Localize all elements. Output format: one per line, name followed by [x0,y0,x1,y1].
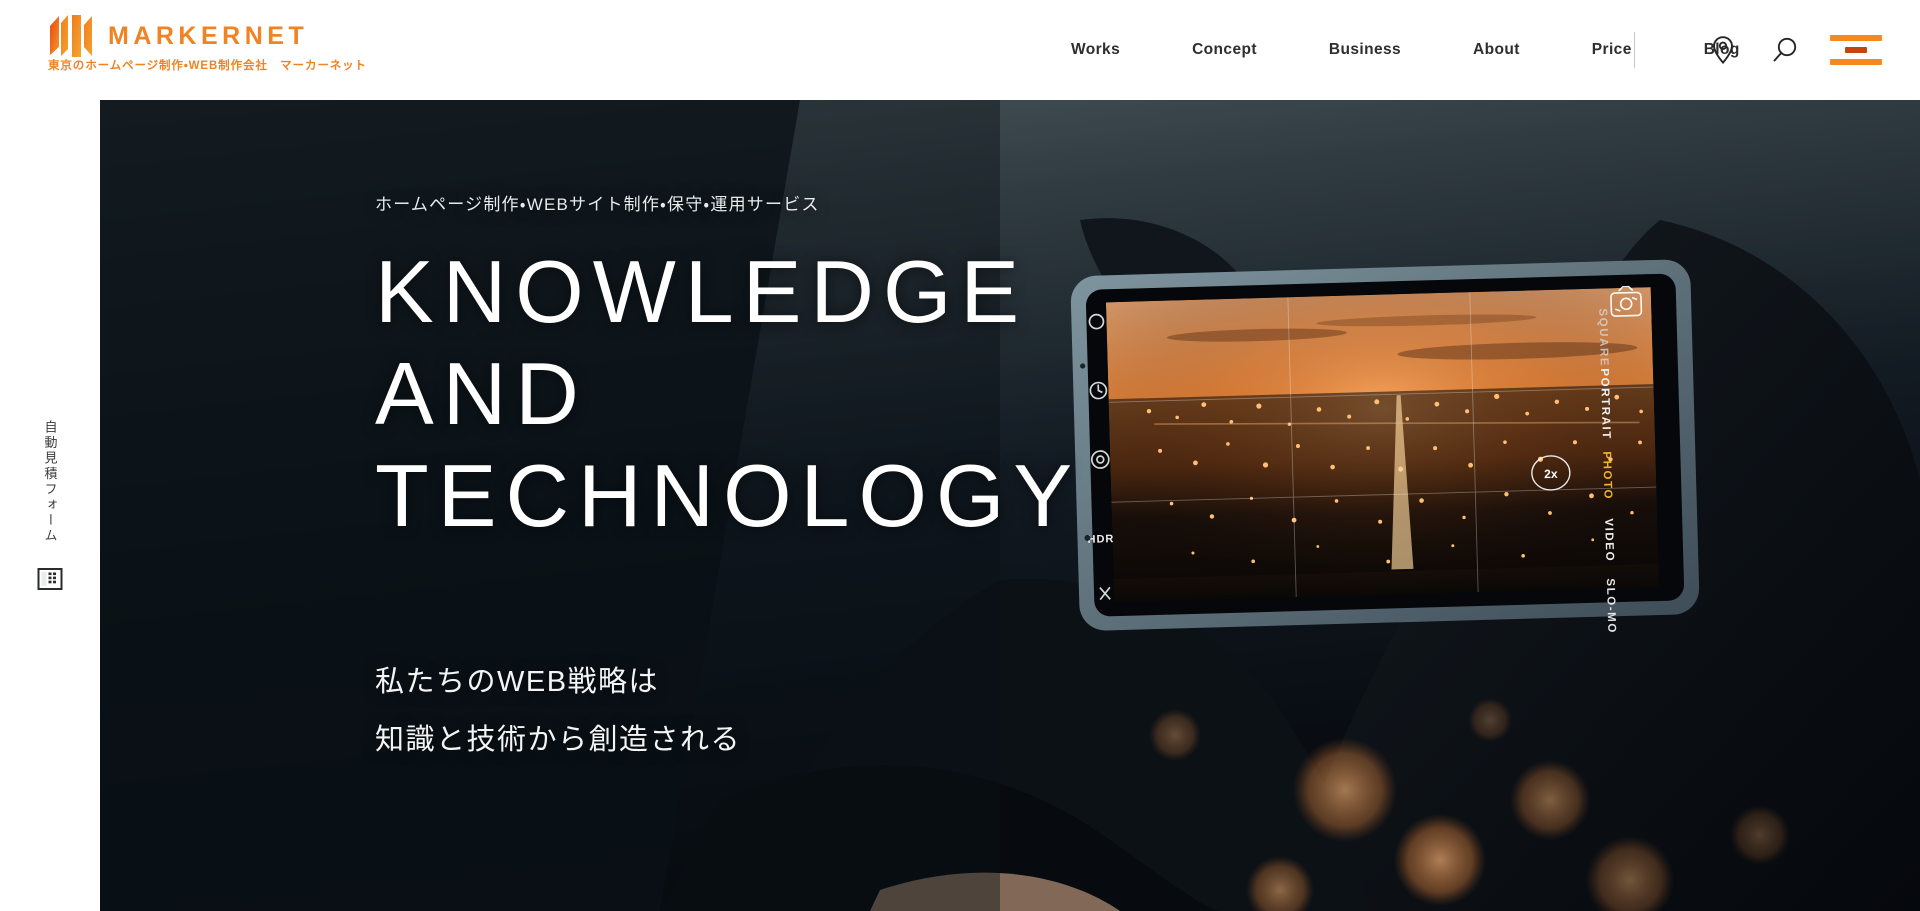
svg-text:HDR: HDR [1087,533,1114,546]
svg-text:PORTRAIT: PORTRAIT [1598,368,1612,440]
hamburger-bar-middle [1845,47,1867,53]
hero-section: HDR SQUARE PORTRAIT PHOTO VIDEO SLO-MO 2… [100,100,1920,911]
hero-title-line-1: KNOWLEDGE [375,242,1029,341]
brand-wordmark: MARKERNET [108,21,309,50]
nav-item-concept[interactable]: Concept [1156,42,1293,58]
hero-title-line-2: AND [375,344,588,444]
hamburger-bar-bottom [1830,59,1882,65]
left-rail: 自動見積フォーム [0,100,100,911]
hero-title-line-3: TECHNOLOGY [375,446,1082,546]
hero-subcopy: 私たちのWEB戦略は 知識と技術から創造される [375,653,1081,769]
hero-title: KNOWLEDGE AND TECHNOLOGY [375,241,1081,547]
search-icon [1773,37,1797,62]
nav-item-price[interactable]: Price [1556,42,1668,58]
hero-sub-line-1: 私たちのWEB戦略は [375,666,660,699]
search-button[interactable] [1754,19,1816,81]
map-pin-button[interactable] [1692,19,1754,81]
svg-text:SLO-MO: SLO-MO [1604,578,1618,634]
brand-tagline: 東京のホームページ制作・WEB制作会社 マーカーネット [48,60,367,72]
header-divider [1634,32,1635,68]
map-pin-icon [1713,36,1733,65]
hamburger-menu-button[interactable] [1830,35,1882,65]
svg-text:VIDEO: VIDEO [1602,518,1615,562]
nav-item-about[interactable]: About [1437,42,1556,58]
header-icon-group [1692,0,1882,100]
quote-form-label[interactable]: 自動見積フォーム [43,420,58,544]
main-navigation: Works Concept Business About Price Blog [1035,0,1776,100]
svg-text:PHOTO: PHOTO [1600,451,1613,500]
nav-item-works[interactable]: Works [1035,42,1156,58]
hero-sub-line-2: 知識と技術から創造される [375,724,742,757]
brand-logo[interactable]: MARKERNET 東京のホームページ制作・WEB制作会社 マーカーネット [48,14,367,73]
hamburger-bar-top [1830,35,1882,41]
brand-row: MARKERNET [48,14,367,58]
markernet-logo-mark-icon [50,15,92,57]
site-header: MARKERNET 東京のホームページ制作・WEB制作会社 マーカーネット Wo… [0,0,1920,100]
hero-copy: ホームページ制作・WEBサイト制作・保守・運用サービス KNOWLEDGE AN… [375,190,1081,769]
calculator-icon[interactable] [37,566,63,592]
nav-item-business[interactable]: Business [1293,42,1437,58]
svg-text:2x: 2x [1544,467,1558,481]
hero-kicker: ホームページ制作・WEBサイト制作・保守・運用サービス [375,195,820,214]
svg-text:SQUARE: SQUARE [1596,308,1610,367]
